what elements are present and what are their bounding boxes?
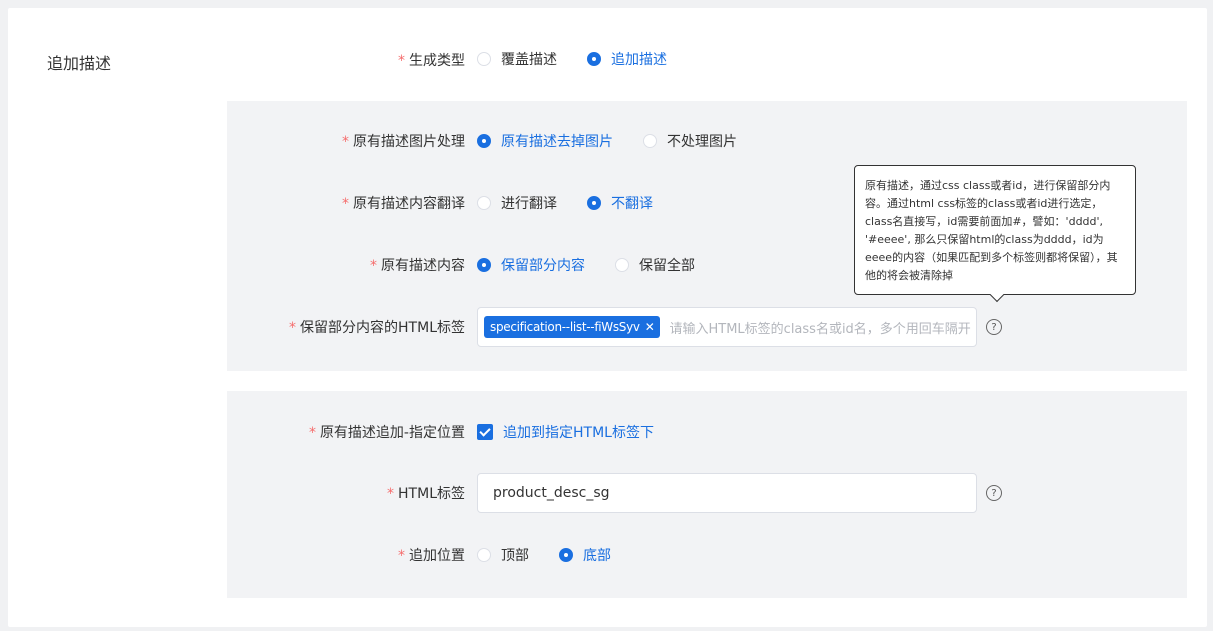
html-tag-input[interactable]: product_desc_sg [477, 473, 977, 513]
radio-dot [587, 52, 601, 66]
required-mark: * [398, 53, 405, 69]
radio-dot [477, 548, 491, 562]
radio-dot [643, 134, 657, 148]
radio-keep-images[interactable]: 不处理图片 [643, 131, 737, 151]
radio-position-bottom[interactable]: 底部 [559, 545, 611, 565]
radio-remove-images[interactable]: 原有描述去掉图片 [477, 131, 613, 151]
radio-dot [477, 134, 491, 148]
radio-keep-partial[interactable]: 保留部分内容 [477, 255, 585, 275]
radio-dot [477, 52, 491, 66]
position-label: * 追加位置 [398, 548, 465, 564]
radio-dot [587, 196, 601, 210]
radio-dot [615, 258, 629, 272]
keep-tags-placeholder: 请输入HTML标签的class名或id名，多个用回车隔开 [669, 321, 971, 337]
html-tag-chip: specification--list--fiWsSyv ✕ [484, 316, 660, 338]
help-icon[interactable]: ? [986, 319, 1002, 335]
content-label: * 原有描述内容 [370, 258, 465, 274]
help-icon[interactable]: ? [986, 485, 1002, 501]
radio-keep-all[interactable]: 保留全部 [615, 255, 695, 275]
radio-append-description[interactable]: 追加描述 [587, 49, 667, 69]
section-title: 追加描述 [47, 54, 112, 73]
radio-no-translate[interactable]: 不翻译 [587, 193, 653, 213]
radio-dot [477, 258, 491, 272]
radio-dot [477, 196, 491, 210]
append-to-html-tag-checkbox[interactable]: 追加到指定HTML标签下 [477, 422, 654, 442]
help-tooltip: 原有描述，通过css class或者id，进行保留部分内容。通过html css… [854, 165, 1136, 295]
radio-overwrite-description[interactable]: 覆盖描述 [477, 49, 557, 69]
translate-label: * 原有描述内容翻译 [342, 196, 465, 212]
radio-dot [559, 548, 573, 562]
checkbox-check-icon [477, 424, 493, 440]
keep-tags-label: * 保留部分内容的HTML标签 [289, 320, 465, 336]
remove-tag-icon[interactable]: ✕ [645, 320, 655, 334]
image-handling-label: * 原有描述图片处理 [342, 134, 465, 150]
keep-tags-input[interactable]: specification--list--fiWsSyv ✕ 请输入HTML标签的… [477, 307, 977, 347]
append-position-label: * 原有描述追加-指定位置 [308, 425, 465, 441]
radio-translate[interactable]: 进行翻译 [477, 193, 557, 213]
html-tag-label: * HTML标签 [387, 486, 465, 502]
radio-position-top[interactable]: 顶部 [477, 545, 529, 565]
generate-type-label: * 生成类型 [398, 53, 465, 69]
